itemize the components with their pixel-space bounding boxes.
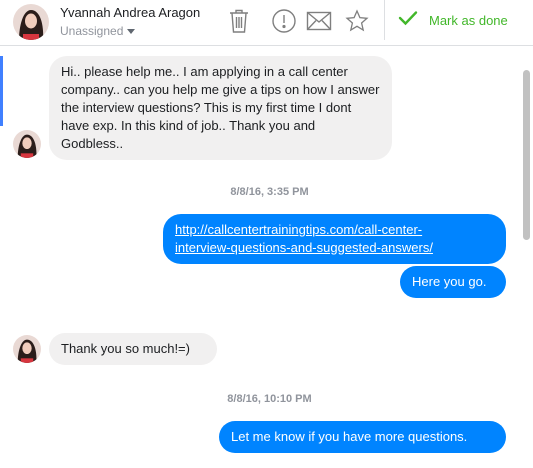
assignee-dropdown[interactable]: Unassigned <box>60 24 136 38</box>
alert-circle-icon <box>271 8 297 34</box>
checkmark-icon <box>398 10 418 31</box>
outgoing-message: http://callcentertrainingtips.com/call-c… <box>163 214 506 264</box>
mark-spam-button[interactable] <box>269 6 299 36</box>
scrollbar[interactable] <box>523 70 530 240</box>
message-link-line-1: http://callcentertrainingtips.com/call-c… <box>175 222 423 237</box>
unread-indicator <box>0 56 3 126</box>
header-divider <box>384 0 385 40</box>
message-timestamp: 8/8/16, 3:35 PM <box>230 186 309 198</box>
message-link-line-2: interview-questions-and-suggested-answer… <box>175 240 433 255</box>
chevron-down-icon <box>127 28 136 34</box>
incoming-message: Thank you so much!=) <box>49 333 217 365</box>
trash-icon <box>228 8 250 34</box>
outgoing-message: Here you go. <box>400 266 506 298</box>
mark-as-done-button[interactable]: Mark as done <box>398 10 508 31</box>
outgoing-message: Let me know if you have more questions. <box>219 421 506 453</box>
mark-unread-button[interactable] <box>304 6 334 36</box>
star-icon <box>345 9 369 33</box>
contact-avatar-small[interactable] <box>13 130 41 158</box>
contact-name: Yvannah Andrea Aragon <box>60 5 201 20</box>
assignee-label: Unassigned <box>60 24 124 38</box>
mark-as-done-label: Mark as done <box>429 13 508 28</box>
conversation-header: Yvannah Andrea Aragon Unassigned Mark as… <box>0 0 533 46</box>
envelope-icon <box>306 11 332 31</box>
message-timestamp: 8/8/16, 10:10 PM <box>227 393 312 405</box>
star-button[interactable] <box>342 6 372 36</box>
delete-button[interactable] <box>224 6 254 36</box>
incoming-message: Hi.. please help me.. I am applying in a… <box>49 56 392 160</box>
message-thread[interactable]: Hi.. please help me.. I am applying in a… <box>0 47 533 468</box>
contact-avatar[interactable] <box>13 4 49 40</box>
contact-avatar-small[interactable] <box>13 335 41 363</box>
message-link[interactable]: http://callcentertrainingtips.com/call-c… <box>175 221 494 257</box>
